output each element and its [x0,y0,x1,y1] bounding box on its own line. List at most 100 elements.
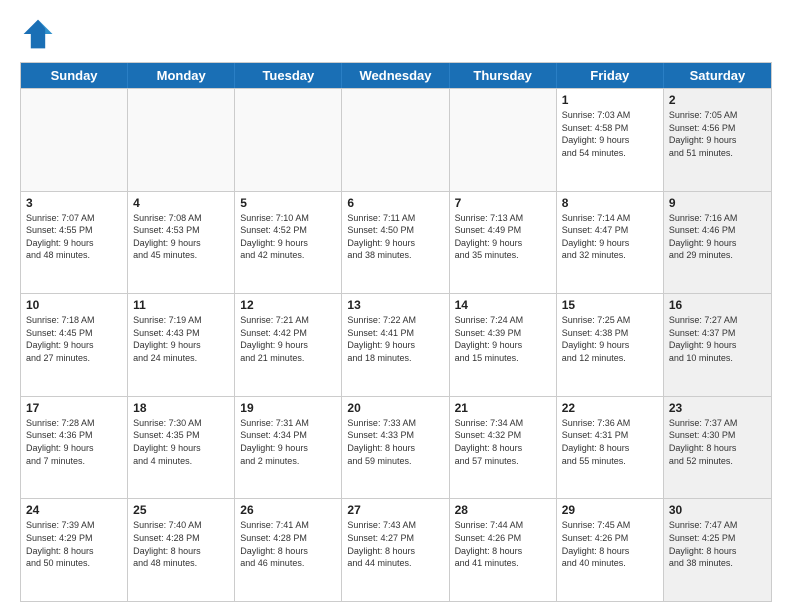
cal-cell: 16 Sunrise: 7:27 AM Sunset: 4:37 PM Dayli… [664,294,771,396]
header [20,16,772,52]
day-number: 22 [562,401,658,415]
calendar-header: SundayMondayTuesdayWednesdayThursdayFrid… [21,63,771,88]
cal-cell: 21Sunrise: 7:34 AM Sunset: 4:32 PM Dayli… [450,397,557,499]
cal-cell: 29 Sunrise: 7:45 AM Sunset: 4:26 PM Dayli… [557,499,664,601]
cal-cell: 17 Sunrise: 7:28 AM Sunset: 4:36 PM Dayli… [21,397,128,499]
calendar-body: 1 Sunrise: 7:03 AM Sunset: 4:58 PM Daylig… [21,88,771,601]
day-number: 9 [669,196,766,210]
day-number: 25 [133,503,229,517]
cell-info: Sunrise: 7:30 AM Sunset: 4:35 PM Dayligh… [133,417,229,467]
cell-info: Sunrise: 7:19 AM Sunset: 4:43 PM Dayligh… [133,314,229,364]
cal-cell: 23 Sunrise: 7:37 AM Sunset: 4:30 PM Dayli… [664,397,771,499]
cal-cell [342,89,449,191]
cal-row-1: 3 Sunrise: 7:07 AM Sunset: 4:55 PM Daylig… [21,191,771,294]
cal-cell [235,89,342,191]
day-number: 7 [455,196,551,210]
day-number: 14 [455,298,551,312]
cal-cell: 24 Sunrise: 7:39 AM Sunset: 4:29 PM Dayli… [21,499,128,601]
cal-cell: 9 Sunrise: 7:16 AM Sunset: 4:46 PM Daylig… [664,192,771,294]
cell-info: Sunrise: 7:43 AM Sunset: 4:27 PM Dayligh… [347,519,443,569]
cell-info: Sunrise: 7:36 AM Sunset: 4:31 PM Dayligh… [562,417,658,467]
weekday-header-monday: Monday [128,63,235,88]
cal-cell: 30 Sunrise: 7:47 AM Sunset: 4:25 PM Dayli… [664,499,771,601]
cal-cell: 20Sunrise: 7:33 AM Sunset: 4:33 PM Dayli… [342,397,449,499]
cal-cell: 4 Sunrise: 7:08 AM Sunset: 4:53 PM Daylig… [128,192,235,294]
cal-cell: 2Sunrise: 7:05 AM Sunset: 4:56 PM Daylig… [664,89,771,191]
cell-info: Sunrise: 7:44 AM Sunset: 4:26 PM Dayligh… [455,519,551,569]
cell-info: Sunrise: 7:13 AM Sunset: 4:49 PM Dayligh… [455,212,551,262]
cell-info: Sunrise: 7:08 AM Sunset: 4:53 PM Dayligh… [133,212,229,262]
day-number: 13 [347,298,443,312]
cell-info: Sunrise: 7:25 AM Sunset: 4:38 PM Dayligh… [562,314,658,364]
cal-cell: 14 Sunrise: 7:24 AM Sunset: 4:39 PM Dayli… [450,294,557,396]
day-number: 23 [669,401,766,415]
cal-cell: 25 Sunrise: 7:40 AM Sunset: 4:28 PM Dayli… [128,499,235,601]
cal-cell: 15 Sunrise: 7:25 AM Sunset: 4:38 PM Dayli… [557,294,664,396]
day-number: 15 [562,298,658,312]
weekday-header-thursday: Thursday [450,63,557,88]
cal-row-4: 24 Sunrise: 7:39 AM Sunset: 4:29 PM Dayli… [21,498,771,601]
cell-info: Sunrise: 7:28 AM Sunset: 4:36 PM Dayligh… [26,417,122,467]
cell-info: Sunrise: 7:18 AM Sunset: 4:45 PM Dayligh… [26,314,122,364]
cal-cell: 22 Sunrise: 7:36 AM Sunset: 4:31 PM Dayli… [557,397,664,499]
cal-row-2: 10 Sunrise: 7:18 AM Sunset: 4:45 PM Dayli… [21,293,771,396]
cell-info: Sunrise: 7:27 AM Sunset: 4:37 PM Dayligh… [669,314,766,364]
cal-cell: 11 Sunrise: 7:19 AM Sunset: 4:43 PM Dayli… [128,294,235,396]
cell-info: Sunrise: 7:47 AM Sunset: 4:25 PM Dayligh… [669,519,766,569]
cell-info: Sunrise: 7:24 AM Sunset: 4:39 PM Dayligh… [455,314,551,364]
day-number: 30 [669,503,766,517]
cell-info: Sunrise: 7:40 AM Sunset: 4:28 PM Dayligh… [133,519,229,569]
day-number: 20 [347,401,443,415]
day-number: 5 [240,196,336,210]
cell-info: Sunrise: 7:07 AM Sunset: 4:55 PM Dayligh… [26,212,122,262]
calendar: SundayMondayTuesdayWednesdayThursdayFrid… [20,62,772,602]
cell-info: Sunrise: 7:39 AM Sunset: 4:29 PM Dayligh… [26,519,122,569]
day-number: 3 [26,196,122,210]
cal-cell: 5Sunrise: 7:10 AM Sunset: 4:52 PM Daylig… [235,192,342,294]
cal-cell: 1 Sunrise: 7:03 AM Sunset: 4:58 PM Daylig… [557,89,664,191]
day-number: 4 [133,196,229,210]
day-number: 26 [240,503,336,517]
cal-cell: 26 Sunrise: 7:41 AM Sunset: 4:28 PM Dayli… [235,499,342,601]
day-number: 17 [26,401,122,415]
cal-cell: 7 Sunrise: 7:13 AM Sunset: 4:49 PM Daylig… [450,192,557,294]
day-number: 28 [455,503,551,517]
day-number: 24 [26,503,122,517]
cell-info: Sunrise: 7:16 AM Sunset: 4:46 PM Dayligh… [669,212,766,262]
cal-cell: 13 Sunrise: 7:22 AM Sunset: 4:41 PM Dayli… [342,294,449,396]
day-number: 16 [669,298,766,312]
logo-icon [20,16,56,52]
cal-cell: 8 Sunrise: 7:14 AM Sunset: 4:47 PM Daylig… [557,192,664,294]
cell-info: Sunrise: 7:11 AM Sunset: 4:50 PM Dayligh… [347,212,443,262]
cal-cell [450,89,557,191]
cell-info: Sunrise: 7:41 AM Sunset: 4:28 PM Dayligh… [240,519,336,569]
cell-info: Sunrise: 7:45 AM Sunset: 4:26 PM Dayligh… [562,519,658,569]
day-number: 11 [133,298,229,312]
weekday-header-sunday: Sunday [21,63,128,88]
cell-info: Sunrise: 7:22 AM Sunset: 4:41 PM Dayligh… [347,314,443,364]
cell-info: Sunrise: 7:03 AM Sunset: 4:58 PM Dayligh… [562,109,658,159]
cal-cell: 3 Sunrise: 7:07 AM Sunset: 4:55 PM Daylig… [21,192,128,294]
day-number: 29 [562,503,658,517]
cal-cell: 6Sunrise: 7:11 AM Sunset: 4:50 PM Daylig… [342,192,449,294]
day-number: 27 [347,503,443,517]
cal-cell: 12Sunrise: 7:21 AM Sunset: 4:42 PM Dayli… [235,294,342,396]
weekday-header-saturday: Saturday [664,63,771,88]
cal-cell: 18 Sunrise: 7:30 AM Sunset: 4:35 PM Dayli… [128,397,235,499]
cell-info: Sunrise: 7:14 AM Sunset: 4:47 PM Dayligh… [562,212,658,262]
cal-cell [128,89,235,191]
day-number: 10 [26,298,122,312]
cell-info: Sunrise: 7:31 AM Sunset: 4:34 PM Dayligh… [240,417,336,467]
cell-info: Sunrise: 7:37 AM Sunset: 4:30 PM Dayligh… [669,417,766,467]
cal-row-3: 17 Sunrise: 7:28 AM Sunset: 4:36 PM Dayli… [21,396,771,499]
logo [20,16,62,52]
day-number: 19 [240,401,336,415]
day-number: 2 [669,93,766,107]
cal-cell [21,89,128,191]
day-number: 8 [562,196,658,210]
cell-info: Sunrise: 7:21 AM Sunset: 4:42 PM Dayligh… [240,314,336,364]
day-number: 1 [562,93,658,107]
cal-cell: 10 Sunrise: 7:18 AM Sunset: 4:45 PM Dayli… [21,294,128,396]
cal-cell: 27 Sunrise: 7:43 AM Sunset: 4:27 PM Dayli… [342,499,449,601]
day-number: 18 [133,401,229,415]
